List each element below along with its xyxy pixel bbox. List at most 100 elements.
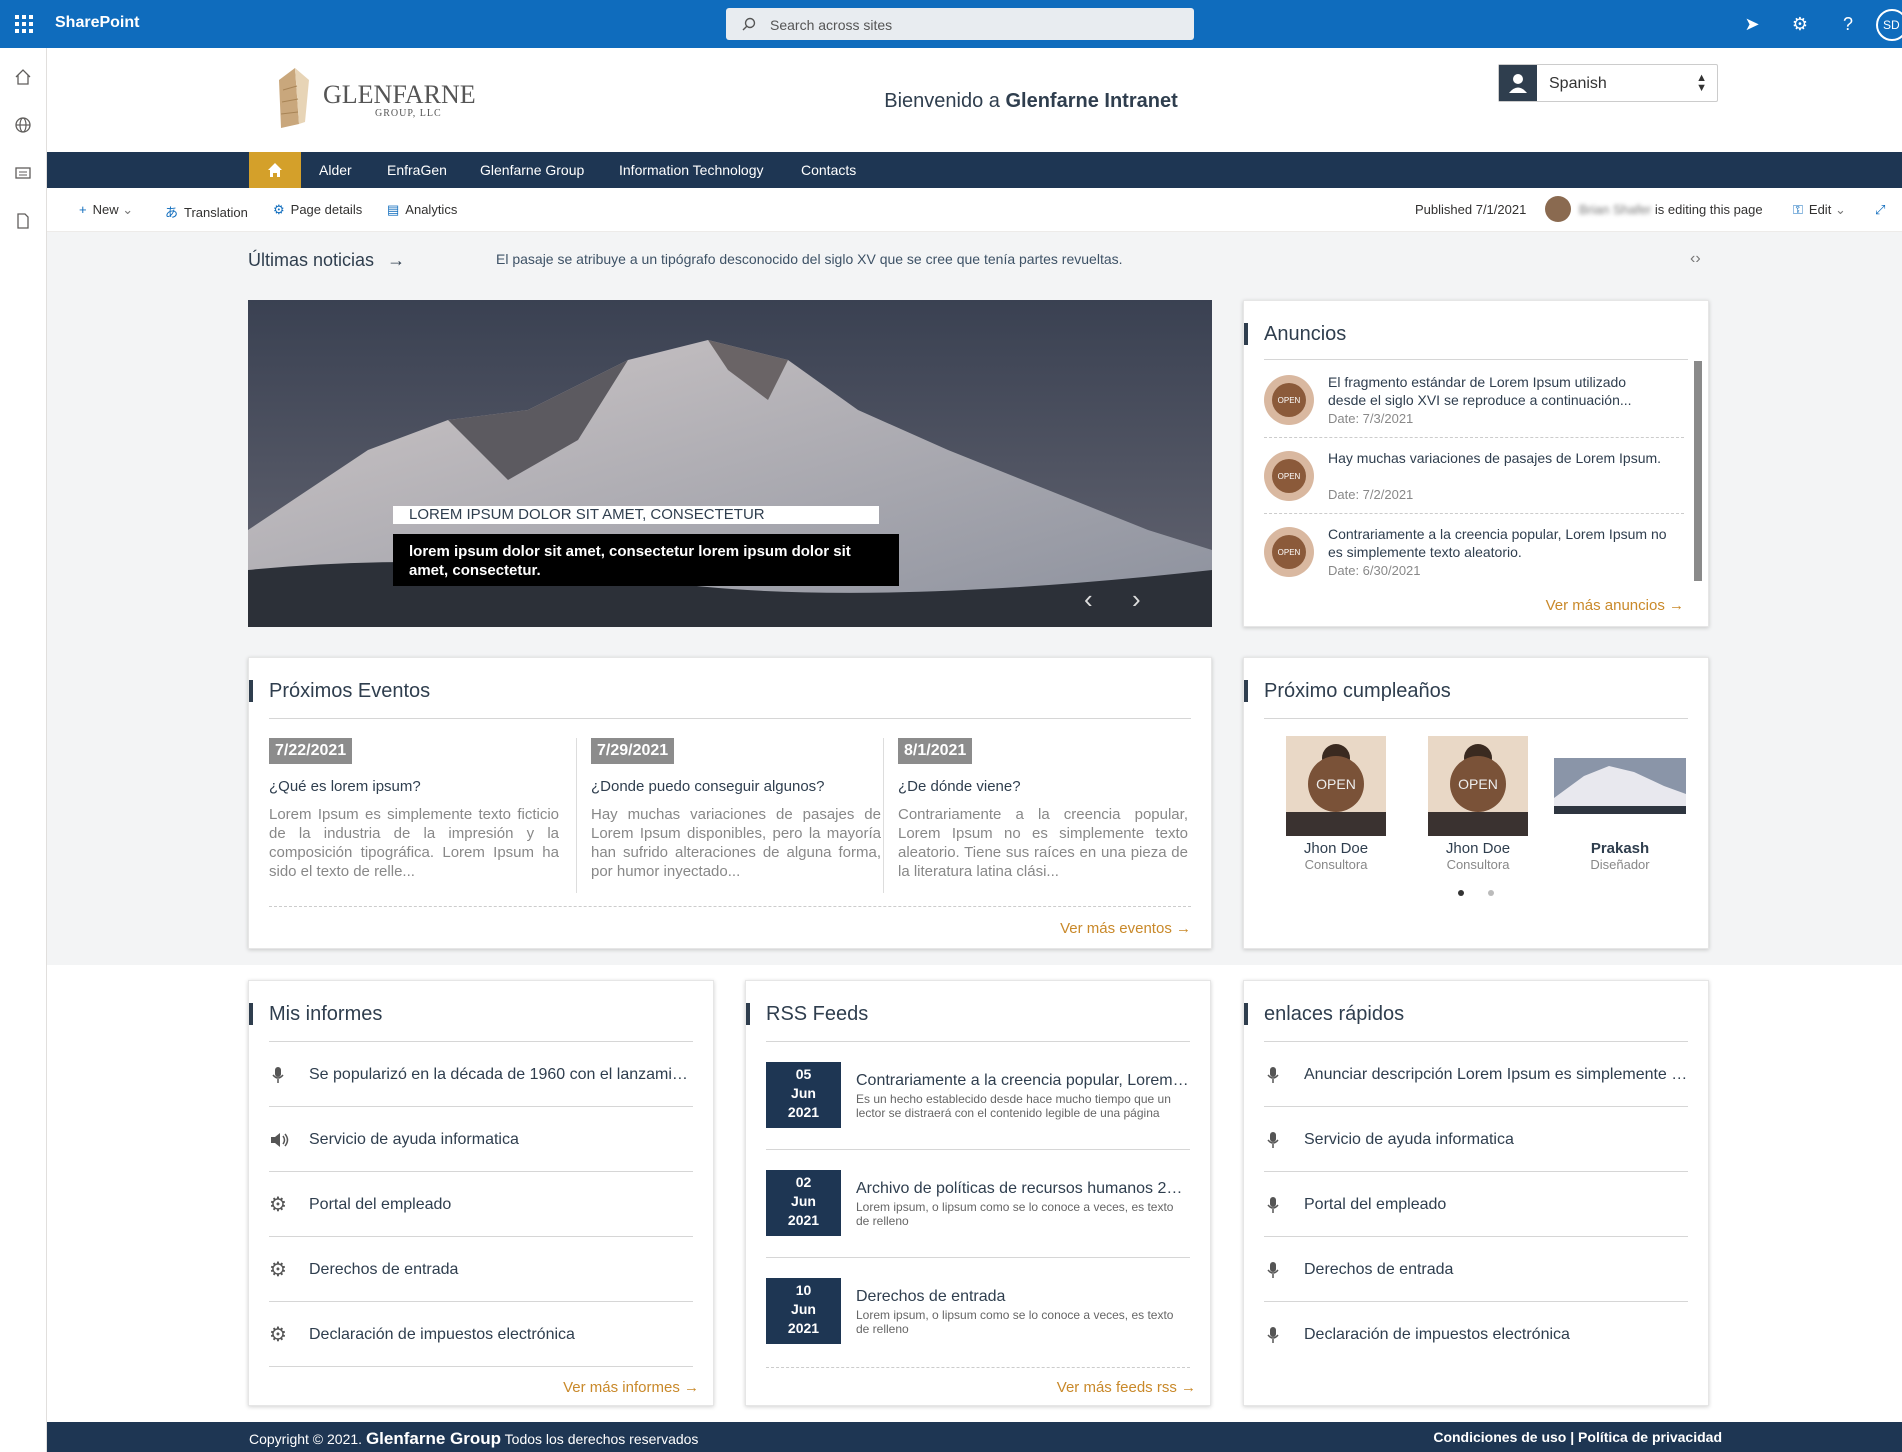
- chevron-right-icon[interactable]: ›: [1695, 250, 1700, 267]
- nav-item-enfragen[interactable]: EnfraGen: [387, 162, 447, 178]
- sharepoint-brand[interactable]: SharePoint: [55, 14, 139, 32]
- report-item[interactable]: Se popularizó en la década de 1960 con e…: [269, 1042, 693, 1107]
- analytics-icon: ▤: [387, 202, 400, 217]
- welcome-site: Glenfarne Intranet: [1005, 90, 1178, 112]
- ticker-nav-arrows[interactable]: ‹›: [1690, 250, 1701, 268]
- report-item[interactable]: Servicio de ayuda informatica: [269, 1107, 693, 1172]
- report-label: Declaración de impuestos electrónica: [309, 1326, 575, 1343]
- person-role: Consultora: [1446, 857, 1510, 872]
- report-item[interactable]: ⚙ Portal del empleado: [269, 1172, 693, 1237]
- more-reports-link[interactable]: Ver más informes →: [563, 1379, 699, 1396]
- rss-title: Contrariamente a la creencia popular, Lo…: [856, 1072, 1190, 1089]
- page-icon[interactable]: [14, 212, 32, 230]
- footer-links[interactable]: Condiciones de uso | Política de privaci…: [1433, 1429, 1722, 1445]
- nav-item-contacts[interactable]: Contacts: [801, 162, 856, 178]
- announcement-item[interactable]: OPEN El fragmento estándar de Lorem Ipsu…: [1264, 363, 1684, 435]
- quick-link-label: Servicio de ayuda informatica: [1304, 1131, 1514, 1148]
- scrollbar[interactable]: [1694, 361, 1702, 581]
- megaphone-icon[interactable]: ➤: [1740, 12, 1764, 36]
- quick-link-item[interactable]: Portal del empleado: [1264, 1172, 1688, 1237]
- gear-icon: ⚙: [269, 1259, 287, 1281]
- app-launcher-icon[interactable]: [12, 12, 36, 36]
- home-icon[interactable]: [14, 68, 32, 86]
- page-details-button[interactable]: ⚙ Page details: [273, 202, 362, 218]
- report-item[interactable]: ⚙ Derechos de entrada: [269, 1237, 693, 1302]
- announcement-item[interactable]: OPEN Contrariamente a la creencia popula…: [1264, 515, 1684, 587]
- event-item[interactable]: 7/22/2021 ¿Qué es lorem ipsum? Lorem Ips…: [269, 738, 559, 898]
- quick-link-label: Derechos de entrada: [1304, 1261, 1454, 1278]
- edit-button[interactable]: ⚿ Edit ⌄: [1793, 202, 1846, 218]
- divider: [269, 718, 1191, 719]
- gear-icon[interactable]: ⚙: [1788, 12, 1812, 36]
- logo-text: GLENFARNE: [323, 80, 476, 109]
- birthday-person[interactable]: OPEN Jhon Doe Consultora: [1270, 736, 1402, 872]
- report-label: Servicio de ayuda informatica: [309, 1131, 519, 1148]
- quick-link-item[interactable]: Declaración de impuestos electrónica: [1264, 1302, 1688, 1367]
- rss-item[interactable]: 02 Jun 2021 Archivo de políticas de recurs…: [766, 1150, 1190, 1258]
- rss-day: 02: [795, 1174, 812, 1190]
- microphone-icon: [1264, 1261, 1282, 1279]
- open-badge-text: OPEN: [1278, 396, 1301, 405]
- nav-item-information-technology[interactable]: Information Technology: [619, 162, 764, 178]
- rights-label: Todos los derechos reservados: [504, 1431, 699, 1447]
- lock-icon: ⚿: [1793, 202, 1803, 217]
- rss-item[interactable]: 10 Jun 2021 Derechos de entrada Lorem ipsu…: [766, 1258, 1190, 1366]
- announcement-text: Hay muchas variaciones de pasajes de Lor…: [1328, 450, 1662, 466]
- carousel-dot[interactable]: [1488, 890, 1494, 896]
- person-photo: OPEN: [1428, 736, 1528, 836]
- more-rss-link[interactable]: Ver más feeds rss →: [1057, 1379, 1196, 1396]
- event-date: 8/1/2021: [898, 738, 973, 764]
- nav-item-alder[interactable]: Alder: [319, 162, 352, 178]
- report-item[interactable]: ⚙ Declaración de impuestos electrónica: [269, 1302, 693, 1367]
- hero-carousel[interactable]: LOREM IPSUM DOLOR SIT AMET, CONSECTETUR …: [248, 300, 1212, 627]
- card-title: Próximos Eventos: [269, 680, 431, 702]
- expand-icon[interactable]: ⤢: [1875, 202, 1885, 218]
- quick-link-item[interactable]: Derechos de entrada: [1264, 1237, 1688, 1302]
- user-avatar[interactable]: SD: [1876, 9, 1902, 41]
- announcement-date: Date: 6/30/2021: [1328, 563, 1421, 578]
- globe-icon[interactable]: [14, 116, 32, 134]
- announcement-item[interactable]: OPEN Hay muchas variaciones de pasajes d…: [1264, 439, 1684, 511]
- glenfarne-logo[interactable]: GLENFARNE GROUP, LLC: [265, 66, 505, 136]
- more-announcements-link[interactable]: Ver más anuncios →: [1546, 597, 1684, 614]
- nav-home-button[interactable]: [249, 152, 301, 188]
- event-item[interactable]: 7/29/2021 ¿Donde puedo conseguir algunos…: [591, 738, 881, 898]
- speaker-icon: [269, 1131, 289, 1149]
- quick-links-card: enlaces rápidos Anunciar descripción Lor…: [1243, 980, 1709, 1406]
- help-icon[interactable]: ?: [1836, 12, 1860, 36]
- site-footer: Copyright © 2021. Glenfarne Group Todos …: [47, 1422, 1902, 1452]
- announcement-avatar: OPEN: [1264, 527, 1314, 577]
- quick-link-item[interactable]: Anunciar descripción Lorem Ipsum es simp…: [1264, 1042, 1688, 1107]
- rss-description: Lorem ipsum, o lipsum como se lo conoce …: [856, 1308, 1174, 1336]
- new-button[interactable]: + New ⌄: [79, 202, 133, 218]
- search-box[interactable]: Search across sites: [726, 8, 1194, 40]
- ticker-message[interactable]: El pasaje se atribuye a un tipógrafo des…: [496, 251, 1123, 267]
- rss-day: 10: [795, 1282, 812, 1298]
- microphone-icon: [1264, 1196, 1282, 1214]
- event-item[interactable]: 8/1/2021 ¿De dónde viene? Contrariamente…: [898, 738, 1188, 898]
- announcement-text: El fragmento estándar de Lorem Ipsum uti…: [1328, 374, 1632, 408]
- rss-item[interactable]: 05 Jun 2021 Contrariamente a la creencia p…: [766, 1042, 1190, 1150]
- quick-link-item[interactable]: Servicio de ayuda informatica: [1264, 1107, 1688, 1172]
- birthday-person[interactable]: Prakash Diseñador: [1554, 736, 1686, 872]
- news-icon[interactable]: [14, 164, 32, 182]
- analytics-button[interactable]: ▤ Analytics: [387, 202, 457, 218]
- translation-button[interactable]: あ Translation: [165, 202, 248, 221]
- carousel-dot-active[interactable]: [1458, 890, 1464, 896]
- nav-item-glenfarne-group[interactable]: Glenfarne Group: [480, 162, 584, 178]
- more-events-link[interactable]: Ver más eventos →: [1060, 920, 1191, 937]
- report-label: Derechos de entrada: [309, 1261, 459, 1278]
- birthday-person[interactable]: OPEN Jhon Doe Consultora: [1412, 736, 1544, 872]
- person-role: Diseñador: [1590, 857, 1650, 872]
- left-rail: [0, 48, 47, 1452]
- language-selector[interactable]: Spanish ▲ ▼: [1498, 64, 1718, 102]
- ticker-title-label: Últimas noticias: [248, 250, 375, 270]
- announcements-card: Anuncios OPEN El fragmento estándar de L…: [1243, 300, 1709, 627]
- accent-bar: [249, 1003, 253, 1025]
- editing-label: is editing this page: [1654, 202, 1763, 217]
- welcome-title: Bienvenido a Glenfarne Intranet: [835, 90, 1227, 113]
- chevron-right-icon[interactable]: ›: [1132, 584, 1141, 615]
- person-name: Jhon Doe: [1303, 840, 1369, 857]
- chevron-left-icon[interactable]: ‹: [1084, 584, 1093, 615]
- ticker-title[interactable]: Últimas noticias →: [248, 250, 405, 271]
